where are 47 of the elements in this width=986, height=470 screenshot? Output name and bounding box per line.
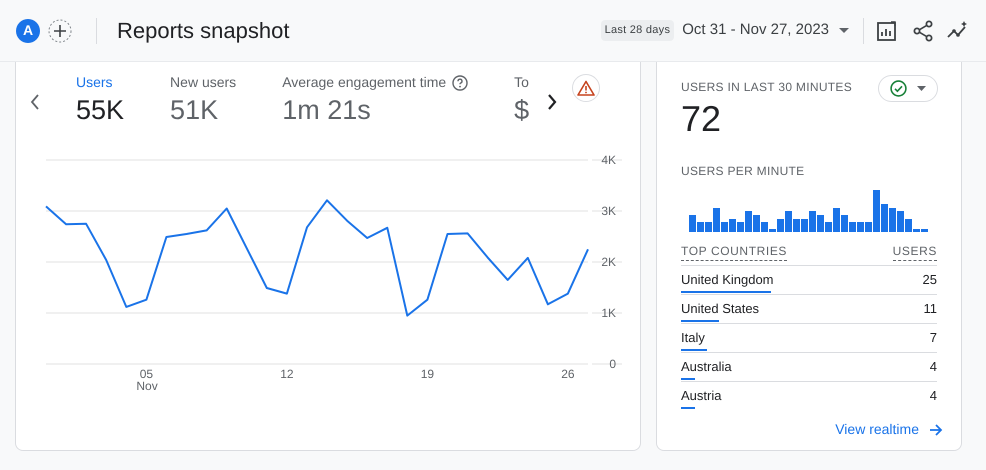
metric-tab[interactable]: Average engagement time 1m 21s bbox=[282, 72, 468, 127]
edit-report-icon[interactable] bbox=[876, 20, 898, 42]
country-name: Italy bbox=[681, 330, 705, 346]
column-header: USERS bbox=[892, 242, 937, 261]
user-count: 4 bbox=[930, 388, 937, 404]
x-axis-label: 26 bbox=[561, 367, 575, 381]
realtime-count: 72 bbox=[681, 98, 722, 140]
country-name: United States bbox=[681, 301, 760, 317]
country-name: Australia bbox=[681, 359, 732, 375]
y-axis-label: 2K bbox=[601, 255, 616, 269]
warning-button[interactable] bbox=[572, 74, 600, 102]
share-icon[interactable] bbox=[912, 20, 934, 42]
check-circle-icon bbox=[890, 80, 907, 97]
arrow-right-icon bbox=[929, 424, 943, 436]
metric-tab[interactable]: New users 51K bbox=[170, 72, 236, 127]
country-name: Austria bbox=[681, 388, 722, 404]
view-realtime-link[interactable]: View realtime bbox=[835, 419, 943, 440]
y-axis-label: 1K bbox=[601, 306, 616, 320]
chevron-right-icon[interactable] bbox=[546, 94, 558, 110]
page-title: Reports snapshot bbox=[117, 17, 290, 45]
x-axis-label: 12 bbox=[280, 367, 294, 381]
date-range-dropdown[interactable]: Oct 31 - Nov 27, 2023 bbox=[682, 19, 849, 42]
date-chip: Last 28 days bbox=[600, 20, 674, 41]
chevron-left-icon[interactable] bbox=[29, 94, 41, 110]
user-count: 7 bbox=[930, 330, 937, 346]
caret-icon bbox=[917, 86, 926, 91]
y-axis-label: 4K bbox=[601, 153, 616, 167]
add-icon[interactable] bbox=[48, 18, 72, 42]
user-count: 25 bbox=[922, 272, 937, 288]
x-axis-label: 05 bbox=[140, 367, 154, 381]
help-icon[interactable] bbox=[452, 74, 468, 90]
per-minute-title: USERS PER MINUTE bbox=[681, 163, 806, 180]
warning-icon bbox=[577, 80, 595, 96]
y-axis-label: 3K bbox=[601, 204, 616, 218]
x-axis-label: 19 bbox=[420, 367, 434, 381]
user-count: 11 bbox=[924, 301, 937, 317]
user-count: 4 bbox=[930, 359, 937, 375]
month-label: Nov bbox=[136, 379, 158, 393]
metric-tab[interactable]: Users 55K bbox=[76, 72, 124, 127]
caret-icon bbox=[839, 28, 849, 34]
realtime-title: USERS IN LAST 30 MINUTES bbox=[681, 79, 852, 96]
column-header: TOP COUNTRIES bbox=[681, 242, 788, 261]
metric-tab[interactable]: To $ bbox=[514, 72, 530, 127]
country-name: United Kingdom bbox=[681, 272, 774, 288]
avatar[interactable]: A bbox=[16, 18, 40, 42]
y-axis-label: 0 bbox=[609, 357, 616, 371]
status-dropdown[interactable] bbox=[878, 75, 938, 102]
